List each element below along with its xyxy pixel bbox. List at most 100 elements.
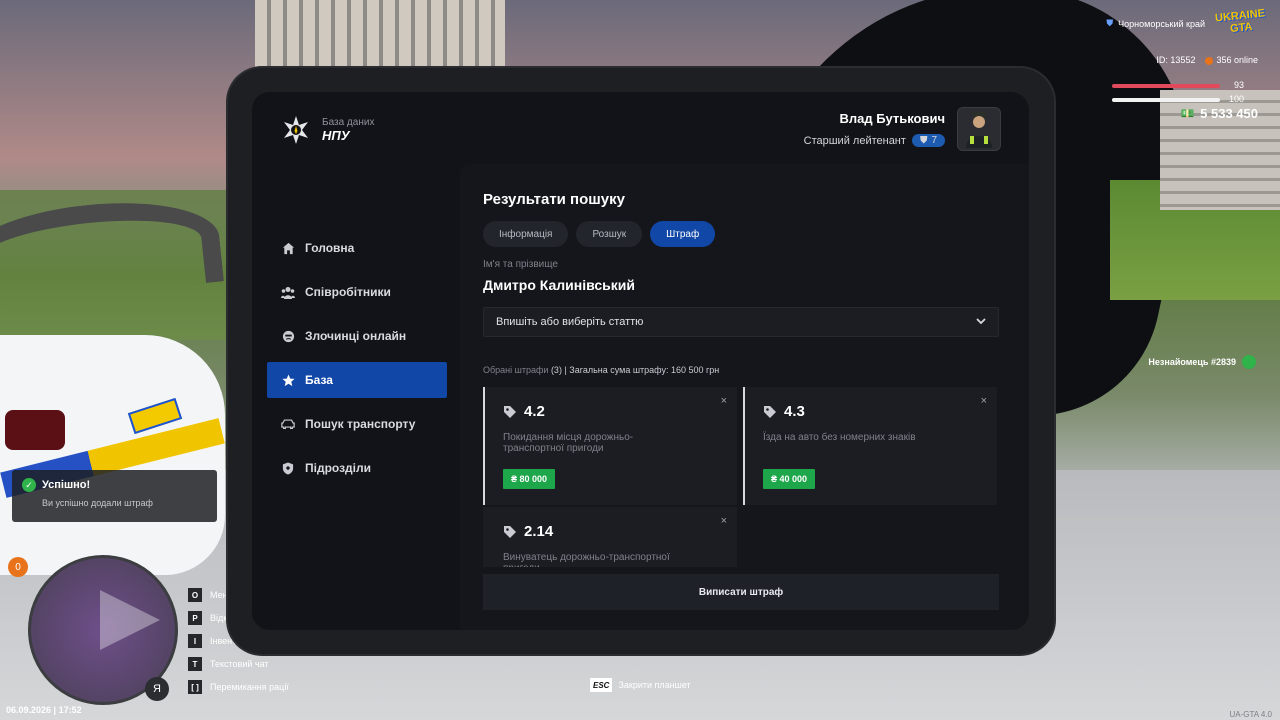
close-icon[interactable]: × — [981, 395, 987, 407]
fine-price: ₴ 80 000 — [503, 469, 556, 489]
officer-avatar-icon — [966, 112, 992, 148]
key-cap: T — [188, 657, 202, 671]
fines-summary: Обрані штрафи (3) | Загальна сума штрафу… — [483, 365, 719, 375]
fine-card: 2.14 Винуватець дорожньо-транспортної пр… — [483, 507, 737, 567]
money-icon: 💵 — [1180, 108, 1195, 120]
money-display: 💵 5 533 450 — [1180, 106, 1258, 121]
esc-label: Закрити планшет — [618, 680, 691, 690]
criminal-icon — [281, 329, 295, 343]
logo-title: НПУ — [322, 128, 350, 143]
rank-shield-icon: ⛊ — [919, 135, 928, 146]
sidebar-item-criminals-online[interactable]: Злочинці онлайн — [267, 318, 447, 354]
sidebar-item-label: Пошук транспорту — [305, 417, 416, 431]
building-top — [255, 0, 505, 70]
user-rank: Старший лейтенант — [803, 134, 906, 147]
check-icon: ✓ — [22, 478, 36, 492]
key-cap: I — [188, 634, 202, 648]
car-taillight — [5, 410, 65, 450]
sidebar-item-home[interactable]: Головна — [267, 230, 447, 266]
key-label: Мені — [210, 590, 230, 600]
tab-information[interactable]: Інформація — [483, 221, 569, 247]
fine-description: Їзда на авто без номерних знаків — [763, 432, 916, 443]
key-cap: P — [188, 611, 202, 625]
car-icon — [281, 417, 295, 431]
sidebar-item-label: База — [305, 373, 333, 387]
keybind-row: [ ] Перемикання рації — [188, 680, 289, 694]
npu-logo: База даних НПУ — [280, 114, 374, 146]
keybind-row: T Текстовий чат — [188, 657, 289, 671]
esc-hint: ESC Закрити планшет — [590, 678, 691, 692]
fine-description: Покидання місця дорожньо-транспортної пр… — [503, 432, 634, 454]
tablet-screen: База даних НПУ Головна Співробітники Зло… — [252, 92, 1029, 630]
game-logo: UKRAINE GTA — [1213, 7, 1270, 42]
sidebar-item-label: Підрозділи — [305, 461, 371, 475]
page-title: Результати пошуку — [483, 191, 625, 208]
game-version: UA-GTA 4.0 — [1229, 710, 1272, 719]
summary-total: | Загальна сума штрафу: 160 500 грн — [564, 365, 720, 375]
shield-icon — [281, 461, 295, 475]
sidebar-nav: Головна Співробітники Злочинці онлайн Ба… — [267, 230, 447, 494]
online-dot-icon — [1205, 56, 1214, 65]
tag-icon — [503, 525, 517, 539]
key-cap: [ ] — [188, 680, 202, 694]
result-tabs: Інформація Розшук Штраф — [483, 221, 716, 247]
logo-subtitle: База даних — [322, 117, 375, 128]
fine-article: 2.14 — [524, 523, 554, 540]
nearby-player: Незнайомець #2839 — [1148, 355, 1256, 369]
minimap-view-cone — [100, 590, 160, 650]
key-label: Текстовий чат — [210, 659, 269, 669]
money-value: 5 533 450 — [1200, 106, 1258, 121]
issue-fine-button[interactable]: Виписати штраф — [483, 574, 999, 610]
notification-text: Ви успішно додали штраф — [42, 498, 153, 508]
sidebar-item-vehicle-search[interactable]: Пошук транспорту — [267, 406, 447, 442]
region-indicator: ⛊ Чорноморський край — [1106, 18, 1205, 29]
fine-price: ₴ 40 000 — [763, 469, 816, 489]
search-results-panel: Результати пошуку Інформація Розшук Штра… — [460, 164, 1029, 630]
users-icon — [281, 285, 295, 299]
article-select[interactable]: Впишіть або виберіть статтю — [483, 307, 999, 337]
success-notification: ✓ Успішно! Ви успішно додали штраф — [12, 470, 217, 522]
user-profile: Влад Бутькович Старший лейтенант ⛊ 7 — [804, 107, 1001, 151]
key-label: Відк — [210, 613, 228, 623]
close-icon[interactable]: × — [721, 395, 727, 407]
avatar — [957, 107, 1001, 151]
summary-prefix: Обрані штрафи — [483, 365, 549, 375]
article-select-placeholder: Впишіть або виберіть статтю — [496, 316, 644, 328]
close-icon[interactable]: × — [721, 515, 727, 527]
game-datetime: 06.09.2026 | 17:52 — [6, 705, 82, 715]
chevron-down-icon — [976, 316, 986, 328]
user-rank-row: Старший лейтенант ⛊ 7 — [804, 134, 945, 147]
region-shield-icon: ⛊ — [1106, 18, 1114, 28]
player-status: ID: 13552 356 online — [1156, 55, 1258, 65]
suspect-name: Дмитро Калинівський — [483, 277, 636, 293]
star-icon — [281, 373, 295, 387]
region-name: Чорноморський край — [1118, 18, 1205, 29]
rank-badge: ⛊ 7 — [911, 134, 945, 147]
armor-value: 100 — [1228, 94, 1244, 104]
sidebar-item-employees[interactable]: Співробітники — [267, 274, 447, 310]
sidebar-item-database[interactable]: База — [267, 362, 447, 398]
rank-level: 7 — [931, 135, 937, 146]
notification-title: Успішно! — [42, 479, 91, 491]
fine-article: 4.2 — [524, 403, 545, 420]
home-icon — [281, 241, 295, 255]
user-name: Влад Бутькович — [839, 111, 945, 126]
sidebar: База даних НПУ Головна Співробітники Зло… — [252, 92, 460, 630]
fine-card: 4.2 Покидання місця дорожньо-транспортно… — [483, 387, 737, 505]
key-cap: O — [188, 588, 202, 602]
fine-card: 4.3 Їзда на авто без номерних знаків ₴ 4… — [743, 387, 997, 505]
player-id: ID: 13552 — [1156, 55, 1196, 65]
summary-count: (3) — [550, 365, 562, 375]
tab-fine[interactable]: Штраф — [650, 221, 716, 247]
selected-fines-list: 4.2 Покидання місця дорожньо-транспортно… — [483, 387, 999, 567]
online-text: 356 online — [1216, 55, 1258, 65]
key-label: Перемикання рації — [210, 682, 289, 692]
sidebar-item-units[interactable]: Підрозділи — [267, 450, 447, 486]
sidebar-item-label: Злочинці онлайн — [305, 329, 407, 343]
fine-article: 4.3 — [784, 403, 805, 420]
fine-description: Винуватець дорожньо-транспортної пригоди — [503, 552, 670, 567]
health-bar — [1112, 84, 1220, 88]
tab-wanted[interactable]: Розшук — [576, 221, 643, 247]
name-label: Ім'я та прізвище — [483, 259, 558, 270]
esc-key: ESC — [590, 678, 613, 692]
